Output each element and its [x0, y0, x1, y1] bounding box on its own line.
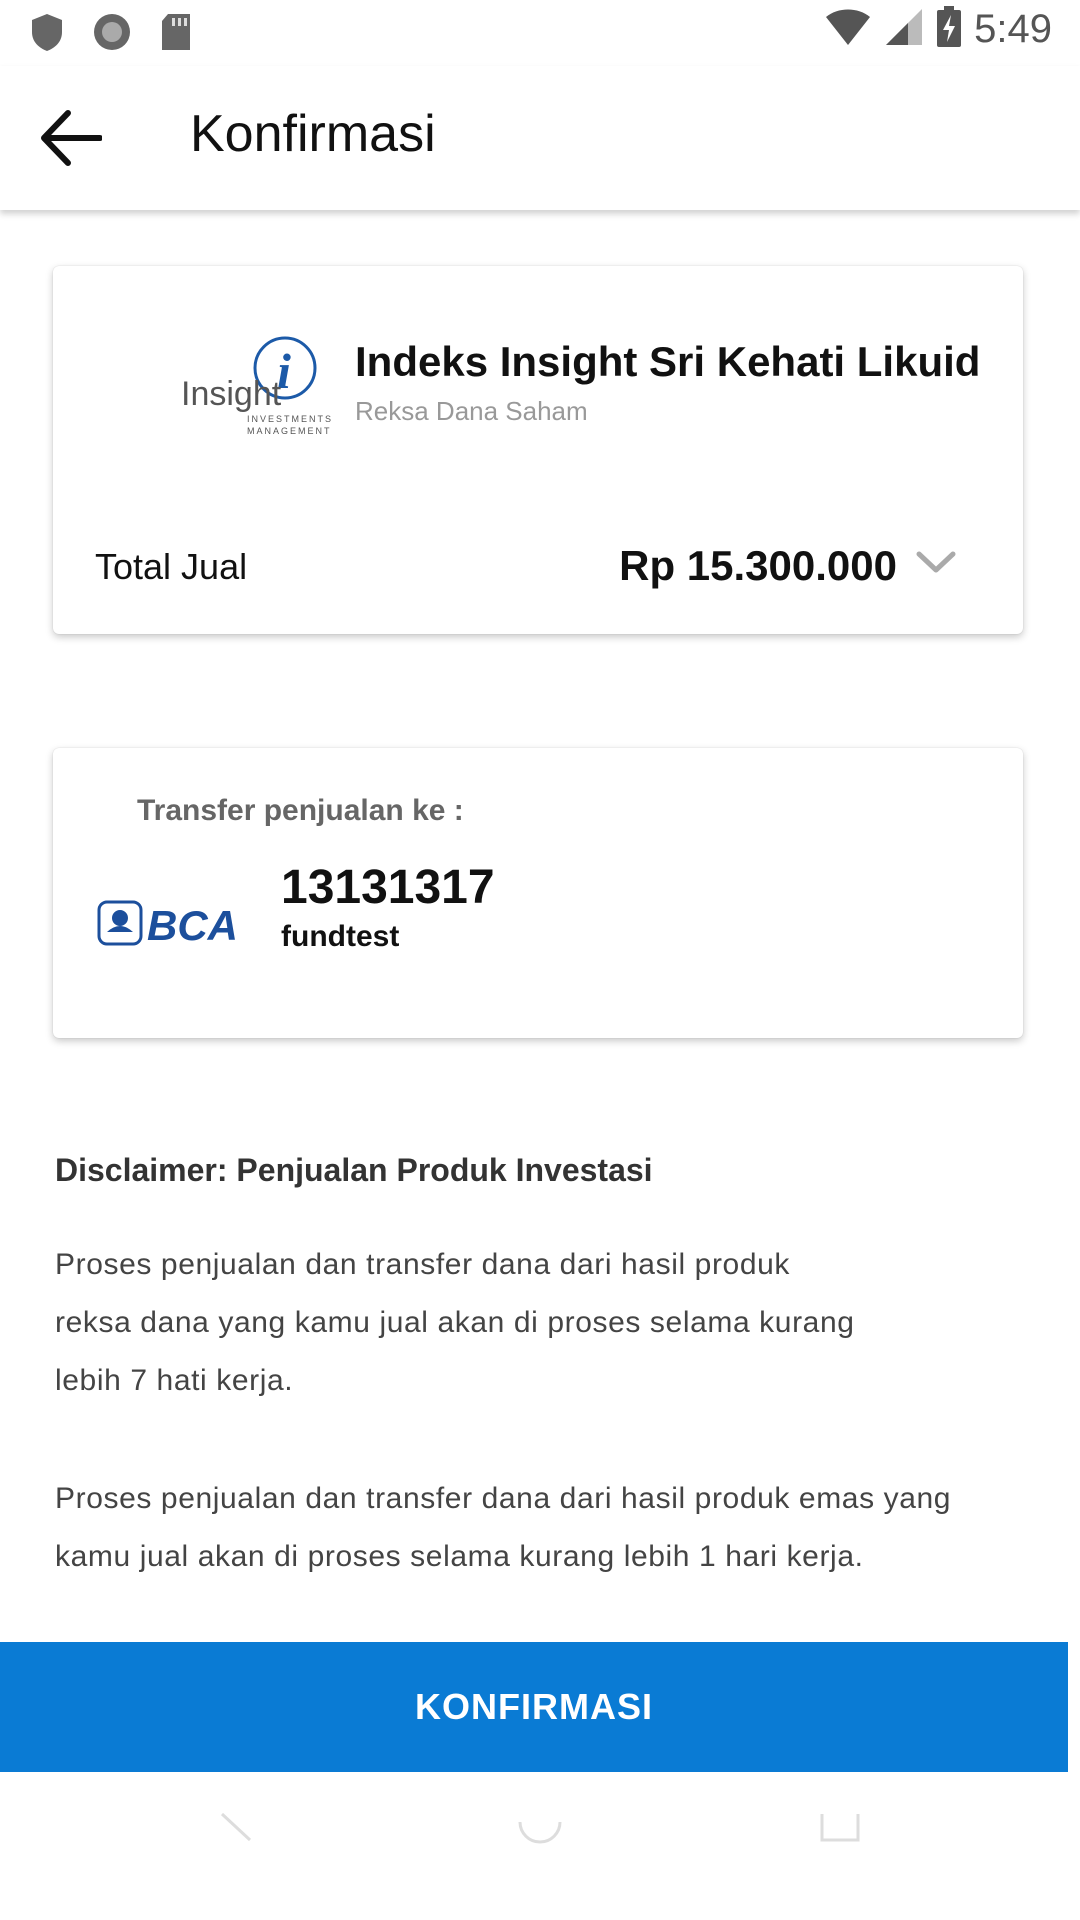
account-number: 13131317 [281, 861, 495, 914]
back-nav-icon[interactable] [210, 1812, 270, 1872]
fund-name: Indeks Insight Sri Kehati Likuid [355, 338, 981, 385]
chevron-down-icon[interactable] [911, 544, 961, 584]
disclaimer-title: Disclaimer: Penjualan Produk Investasi [55, 1152, 653, 1188]
disclaimer-paragraph-2: Proses penjualan dan transfer dana dari … [55, 1482, 952, 1573]
screen: 5:49 Konfirmasi i Insight INVESTMENTS MA… [0, 0, 1080, 1920]
fund-logo-subtext-2: MANAGEMENT [247, 426, 332, 436]
total-label: Total Jual [95, 546, 248, 587]
home-nav-icon[interactable] [510, 1812, 570, 1872]
page-title: Konfirmasi [190, 105, 436, 163]
app-bar: Konfirmasi [0, 66, 1080, 210]
signal-icon [884, 7, 924, 52]
transfer-card: Transfer penjualan ke : BCA 13131317 fun… [53, 748, 1023, 1038]
record-icon [92, 12, 132, 57]
total-value: Rp 15.300.000 [619, 542, 897, 589]
wifi-icon [824, 7, 872, 52]
back-button[interactable] [30, 98, 110, 178]
arrow-left-icon [41, 110, 102, 166]
recents-nav-icon[interactable] [810, 1812, 870, 1872]
fund-type: Reksa Dana Saham [355, 396, 588, 426]
status-bar: 5:49 [0, 0, 1080, 66]
shield-icon [30, 12, 64, 57]
confirm-button[interactable]: KONFIRMASI [0, 1642, 1068, 1772]
bank-logo-text: BCA [147, 902, 237, 948]
status-left-icons [30, 12, 192, 57]
sd-card-icon [160, 12, 192, 57]
fund-logo-subtext-1: INVESTMENTS [247, 414, 333, 424]
fund-logo: i Insight INVESTMENTS MANAGEMENT [125, 326, 345, 466]
fund-logo-text: Insight [181, 375, 282, 413]
disclaimer-paragraph-1: Proses penjualan dan transfer dana dari … [55, 1248, 855, 1397]
transfer-title: Transfer penjualan ke : [137, 794, 464, 827]
battery-charging-icon [936, 6, 962, 53]
status-right: 5:49 [824, 6, 1052, 53]
navigation-bar [0, 1772, 1080, 1920]
fund-card: i Insight INVESTMENTS MANAGEMENT Indeks … [53, 266, 1023, 634]
bank-logo: BCA [97, 898, 238, 949]
status-time: 5:49 [974, 7, 1052, 51]
account-name: fundtest [281, 920, 400, 953]
